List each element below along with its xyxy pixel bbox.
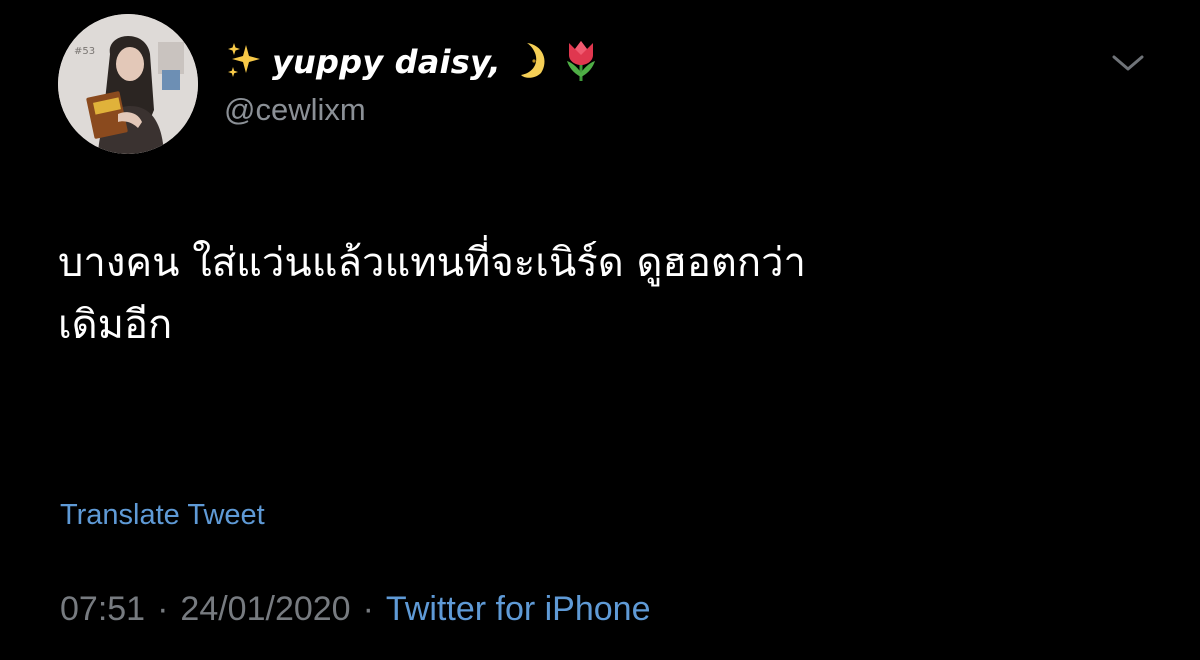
avatar[interactable]: #53 (58, 14, 198, 154)
translate-tweet-link[interactable]: Translate Tweet (60, 499, 265, 532)
chevron-down-icon[interactable] (1110, 48, 1146, 78)
tweet-time: 07:51 (60, 590, 146, 628)
user-handle[interactable]: @cewlixm (224, 92, 601, 128)
meta-separator: · (157, 590, 169, 628)
tweet-source-link[interactable]: Twitter for iPhone (386, 590, 651, 629)
tweet-meta: 07:51 · 24/01/2020 · Twitter for iPhone (60, 590, 650, 629)
tweet-text-line-1: บางคน ใส่แว่นแล้วแทนที่จะเนิร์ด ดูฮอตกว่… (58, 240, 806, 286)
svg-text:#53: #53 (74, 46, 95, 57)
crescent-moon-icon (515, 39, 553, 85)
tweet-card: #53 yuppy daisy, @cewlixm บางคน ใส่แว่นแ… (0, 0, 1200, 660)
display-name-row[interactable]: yuppy daisy, (224, 34, 601, 90)
meta-separator: · (362, 590, 374, 628)
sparkles-icon (224, 39, 266, 85)
tweet-text-line-2: เดิมอีก (58, 302, 173, 348)
display-name: yuppy daisy, (272, 43, 501, 81)
tweet-date: 24/01/2020 (180, 590, 351, 628)
tulip-icon (561, 37, 601, 87)
avatar-photo: #53 (58, 14, 198, 154)
tweet-text: บางคน ใส่แว่นแล้วแทนที่จะเนิร์ด ดูฮอตกว่… (58, 232, 1148, 356)
tweet-header: yuppy daisy, @cewlixm (224, 34, 601, 134)
